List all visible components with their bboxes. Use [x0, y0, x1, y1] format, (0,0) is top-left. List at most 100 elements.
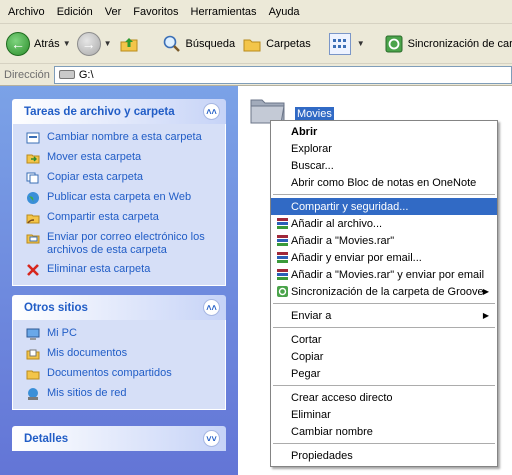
task-pane: Tareas de archivo y carpeta ˄˄ Cambiar n… — [0, 86, 238, 475]
winrar-icon — [276, 217, 289, 230]
winrar-icon — [276, 251, 289, 264]
menu-item-add-archive[interactable]: Añadir al archivo... — [271, 215, 497, 232]
menu-item-add-rar[interactable]: Añadir a "Movies.rar" — [271, 232, 497, 249]
menu-favoritos[interactable]: Favoritos — [127, 6, 184, 18]
task-publish-folder[interactable]: Publicar esta carpeta en Web — [25, 191, 217, 205]
menu-item-add-email[interactable]: Añadir y enviar por email... — [271, 249, 497, 266]
task-label: Eliminar esta carpeta — [47, 263, 151, 275]
menu-edicion[interactable]: Edición — [51, 6, 99, 18]
views-button[interactable]: ▼ — [328, 32, 365, 55]
details-header[interactable]: Detalles ˅˅ — [12, 426, 226, 451]
menu-item-create-shortcut[interactable]: Crear acceso directo — [271, 389, 497, 406]
menu-item-label: Añadir y enviar por email... — [291, 251, 422, 264]
content-area: Tareas de archivo y carpeta ˄˄ Cambiar n… — [0, 86, 512, 475]
chevron-down-icon[interactable]: ˅˅ — [203, 430, 220, 447]
place-shared-documents[interactable]: Documentos compartidos — [25, 367, 217, 381]
folder-label[interactable]: Movies — [295, 107, 334, 121]
chevron-down-icon[interactable]: ▼ — [357, 39, 365, 48]
up-button[interactable] — [118, 33, 143, 55]
views-icon — [328, 32, 351, 55]
task-share-folder[interactable]: Compartir esta carpeta — [25, 211, 217, 225]
globe-icon — [25, 191, 41, 205]
task-email-folder[interactable]: Enviar por correo electrónico los archiv… — [25, 231, 217, 257]
place-label: Mi PC — [47, 327, 77, 339]
task-label: Enviar por correo electrónico los archiv… — [47, 231, 205, 256]
menu-item-add-rar-email[interactable]: Añadir a "Movies.rar" y enviar por email — [271, 266, 497, 283]
menu-item-label: Sincronización de la carpeta de Groove — [291, 285, 484, 298]
menu-item-cut[interactable]: Cortar — [271, 331, 497, 348]
place-my-documents[interactable]: Mis documentos — [25, 347, 217, 361]
menu-item-sharing-security[interactable]: Compartir y seguridad... — [271, 198, 497, 215]
menu-divider — [273, 194, 495, 195]
menu-item-search[interactable]: Buscar... — [271, 157, 497, 174]
chevron-down-icon[interactable]: ▼ — [104, 39, 112, 48]
menu-item-groove-sync[interactable]: Sincronización de la carpeta de Groove ▶ — [271, 283, 497, 300]
place-network[interactable]: Mis sitios de red — [25, 387, 217, 401]
shared-folder-icon — [25, 367, 41, 381]
copy-icon — [25, 171, 41, 185]
search-button[interactable]: Búsqueda — [161, 33, 235, 55]
menu-divider — [273, 303, 495, 304]
menu-item-copy[interactable]: Copiar — [271, 348, 497, 365]
place-label: Mis documentos — [47, 347, 128, 359]
submenu-arrow-icon: ▶ — [482, 287, 489, 296]
menu-item-label: Añadir a "Movies.rar" — [291, 234, 395, 247]
drive-icon — [58, 70, 75, 79]
task-label: Compartir esta carpeta — [47, 211, 159, 223]
forward-button[interactable]: → ▼ — [76, 31, 112, 56]
chevron-up-icon[interactable]: ˄˄ — [203, 299, 220, 316]
menu-item-explore[interactable]: Explorar — [271, 140, 497, 157]
groove-icon — [276, 285, 289, 298]
task-copy-folder[interactable]: Copiar esta carpeta — [25, 171, 217, 185]
menu-item-properties[interactable]: Propiedades — [271, 447, 497, 464]
address-label: Dirección — [4, 68, 50, 81]
tasks-panel: Tareas de archivo y carpeta ˄˄ Cambiar n… — [12, 99, 226, 286]
tasks-panel-header[interactable]: Tareas de archivo y carpeta ˄˄ — [12, 99, 226, 124]
sync-label: Sincronización de car — [407, 37, 512, 50]
back-label: Atrás — [34, 37, 60, 50]
place-my-computer[interactable]: Mi PC — [25, 327, 217, 341]
mail-icon — [25, 231, 41, 245]
menu-item-delete[interactable]: Eliminar — [271, 406, 497, 423]
chevron-down-icon[interactable]: ▼ — [63, 39, 71, 48]
tasks-panel-body: Cambiar nombre a esta carpeta Mover esta… — [12, 124, 226, 286]
chevron-up-icon[interactable]: ˄˄ — [203, 103, 220, 120]
menu-ver[interactable]: Ver — [99, 6, 128, 18]
folders-button[interactable]: Carpetas — [241, 33, 311, 55]
menu-divider — [273, 327, 495, 328]
address-field[interactable]: G:\ — [53, 65, 512, 84]
documents-icon — [25, 347, 41, 361]
task-move-folder[interactable]: Mover esta carpeta — [25, 151, 217, 165]
tasks-panel-title: Tareas de archivo y carpeta — [24, 105, 175, 118]
folders-label: Carpetas — [266, 37, 311, 50]
context-menu: Abrir Explorar Buscar... Abrir como Bloc… — [270, 120, 498, 467]
menu-ayuda[interactable]: Ayuda — [263, 6, 306, 18]
search-icon — [161, 33, 183, 55]
menu-item-open[interactable]: Abrir — [271, 123, 497, 140]
winrar-icon — [276, 234, 289, 247]
menu-divider — [273, 443, 495, 444]
menu-item-send-to[interactable]: Enviar a ▶ — [271, 307, 497, 324]
task-label: Copiar esta carpeta — [47, 171, 143, 183]
menu-herramientas[interactable]: Herramientas — [185, 6, 263, 18]
menu-item-label: Enviar a — [291, 309, 332, 322]
menu-item-paste[interactable]: Pegar — [271, 365, 497, 382]
back-button[interactable]: ← Atrás ▼ — [6, 31, 71, 56]
delete-icon — [25, 263, 41, 277]
sync-button[interactable]: Sincronización de car — [383, 33, 512, 55]
details-title: Detalles — [24, 432, 69, 445]
sync-icon — [383, 33, 405, 55]
menu-archivo[interactable]: Archivo — [2, 6, 51, 18]
place-label: Mis sitios de red — [47, 387, 127, 399]
other-places-header[interactable]: Otros sitios ˄˄ — [12, 295, 226, 320]
submenu-arrow-icon: ▶ — [482, 311, 489, 320]
address-value: G:\ — [78, 68, 94, 81]
task-delete-folder[interactable]: Eliminar esta carpeta — [25, 263, 217, 277]
task-rename-folder[interactable]: Cambiar nombre a esta carpeta — [25, 131, 217, 145]
menu-item-label: Añadir a "Movies.rar" y enviar por email — [291, 268, 485, 281]
menu-item-onenote[interactable]: Abrir como Bloc de notas en OneNote — [271, 174, 497, 191]
address-bar: Dirección G:\ — [0, 64, 512, 86]
menu-item-rename[interactable]: Cambiar nombre — [271, 423, 497, 440]
toolbar: ← Atrás ▼ → ▼ Búsqueda Carpetas ▼ Sincro… — [0, 24, 512, 64]
place-label: Documentos compartidos — [47, 367, 172, 379]
